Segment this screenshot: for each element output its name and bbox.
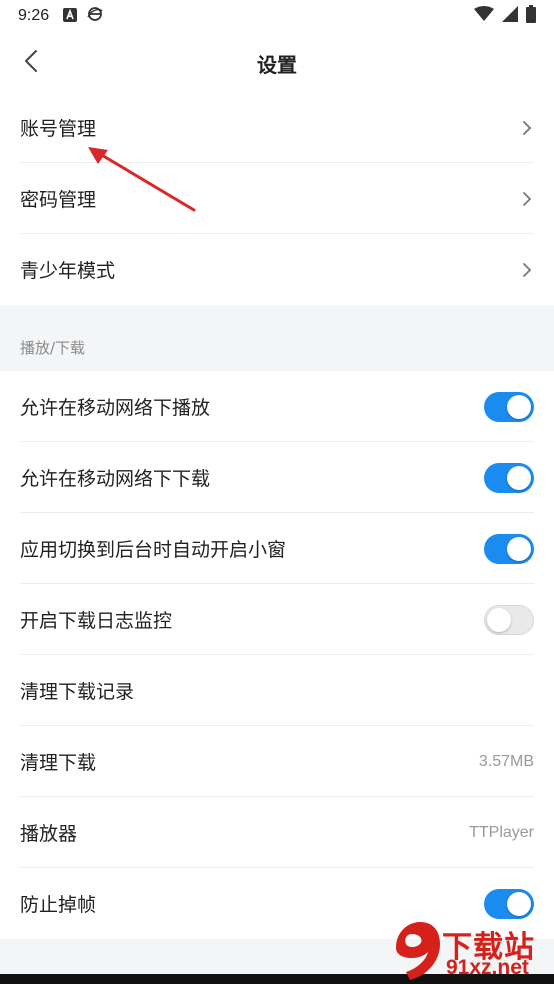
battery-icon — [526, 5, 536, 27]
row-label: 播放器 — [20, 823, 78, 845]
player-item[interactable]: 播放器 TTPlayer — [0, 797, 554, 868]
row-label: 清理下载记录 — [20, 681, 135, 703]
status-bar: 9:26 — [0, 0, 554, 32]
row-label: 允许在移动网络下下载 — [20, 468, 211, 490]
row-label: 应用切换到后台时自动开启小窗 — [20, 539, 287, 561]
clear-downloads-item[interactable]: 清理下载 3.57MB — [0, 726, 554, 797]
status-notification-icons — [63, 6, 103, 26]
cache-size-value: 3.57MB — [478, 752, 534, 770]
mobile-play-toggle[interactable] — [484, 391, 534, 422]
teen-mode-item[interactable]: 青少年模式 — [0, 234, 554, 305]
site-logo-icon — [396, 922, 440, 980]
row-label: 账号管理 — [20, 118, 97, 140]
wifi-icon — [474, 6, 494, 26]
signal-icon — [502, 6, 518, 26]
row-label: 开启下载日志监控 — [20, 610, 173, 632]
watermark: 下载站 91xz.net — [390, 918, 550, 982]
row-label: 清理下载 — [20, 752, 97, 774]
download-log-monitor-toggle[interactable] — [484, 604, 534, 635]
page-title: 设置 — [257, 53, 297, 77]
mobile-play-item: 允许在移动网络下播放 — [0, 371, 554, 442]
player-value: TTPlayer — [469, 823, 534, 841]
chevron-right-icon — [520, 261, 534, 279]
font-a-icon — [63, 7, 78, 26]
row-label: 青少年模式 — [20, 260, 116, 282]
status-time: 9:26 — [18, 7, 50, 24]
status-system-icons — [474, 5, 536, 27]
mobile-download-toggle[interactable] — [484, 462, 534, 493]
row-label: 允许在移动网络下播放 — [20, 397, 211, 419]
row-label: 防止掉帧 — [20, 894, 97, 916]
playback-settings-group: 允许在移动网络下播放 允许在移动网络下下载 应用切换到后台时自动开启小窗 开启下… — [0, 371, 554, 939]
mobile-download-item: 允许在移动网络下下载 — [0, 442, 554, 513]
browser-e-icon — [87, 6, 103, 26]
header: 设置 — [0, 32, 554, 92]
download-log-monitor-item: 开启下载日志监控 — [0, 584, 554, 655]
background-mini-window-item: 应用切换到后台时自动开启小窗 — [0, 513, 554, 584]
chevron-right-icon — [520, 119, 534, 137]
prevent-frame-drop-toggle[interactable] — [484, 888, 534, 919]
background-mini-window-toggle[interactable] — [484, 533, 534, 564]
section-header-playback: 播放/下载 — [20, 339, 86, 357]
watermark-domain: 91xz.net — [446, 956, 529, 979]
clear-download-history-item[interactable]: 清理下载记录 — [0, 655, 554, 726]
chevron-right-icon — [520, 190, 534, 208]
annotation-arrow-icon — [88, 147, 196, 212]
